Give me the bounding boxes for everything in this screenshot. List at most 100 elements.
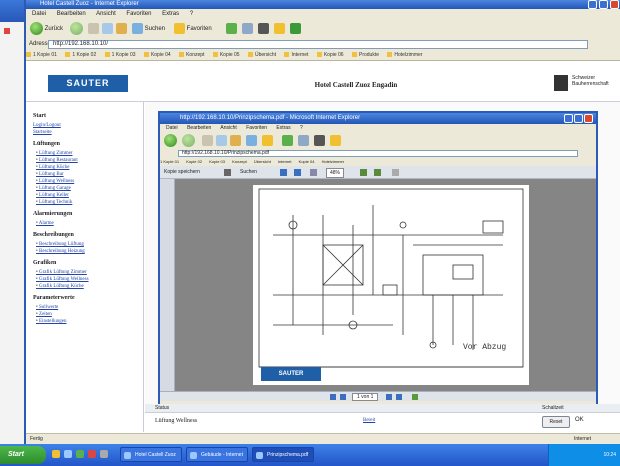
select-tool-icon[interactable] <box>294 169 301 176</box>
sidebar-item[interactable]: Lüftung Küche <box>36 164 143 171</box>
fit-page-icon[interactable] <box>360 169 367 176</box>
sidebar-item[interactable]: Lüftung Restaurant <box>36 157 143 164</box>
sidebar-item[interactable]: Grafik Lüftung Küche <box>36 283 143 290</box>
last-page-icon[interactable] <box>396 394 402 400</box>
link-bookmark[interactable]: Hotelzimmer <box>387 52 422 58</box>
page-indicator[interactable]: 1 von 1 <box>352 393 379 401</box>
popup-back-button[interactable] <box>164 134 177 148</box>
menu-item[interactable]: Bearbeiten <box>57 11 86 17</box>
popup-folder-button[interactable] <box>330 134 341 148</box>
popup-minimize-button[interactable] <box>564 114 573 123</box>
rotate-icon[interactable] <box>392 169 399 176</box>
sidebar-item[interactable]: Sollwerte <box>36 304 143 311</box>
sidebar-item[interactable]: Grafik Lüftung Zimmer <box>36 269 143 276</box>
print-icon[interactable] <box>224 169 231 176</box>
first-page-icon[interactable] <box>330 394 336 400</box>
link-bookmark[interactable]: Kopie 03 <box>209 159 225 164</box>
link-bookmark[interactable]: Internet <box>278 159 292 164</box>
pdf-viewer[interactable]: SAUTER Vor Abzug <box>175 179 596 391</box>
quicklaunch-icon[interactable] <box>52 450 60 458</box>
folder-button[interactable] <box>274 22 285 36</box>
menu-item[interactable]: Datei <box>32 11 46 17</box>
link-bookmark[interactable]: Konzept <box>179 52 204 58</box>
zoom-icon[interactable] <box>310 169 317 176</box>
sidebar-item[interactable]: Beschreibung Lüftung <box>36 241 143 248</box>
clock[interactable]: 10:24 <box>603 452 616 458</box>
sidebar-link-login[interactable]: Login/Logout <box>33 122 143 129</box>
row-link[interactable]: Bereit <box>363 418 375 423</box>
zoom-select[interactable]: 48% <box>326 168 345 178</box>
link-bookmark[interactable]: Konzept <box>232 159 247 164</box>
taskbar-item[interactable]: Hotel Castell Zuoz <box>120 447 182 462</box>
sidebar-item[interactable]: Lüftung Wellness <box>36 178 143 185</box>
popup-address-input[interactable]: http://192.168.10.10/Prinzipschema.pdf <box>178 150 578 157</box>
sidebar-item[interactable]: Einstellungen <box>36 318 143 325</box>
popup-mail-button[interactable] <box>298 134 309 148</box>
popup-home-button[interactable] <box>230 134 241 148</box>
history-button[interactable] <box>226 22 237 36</box>
back-button[interactable]: Zurück <box>30 22 63 36</box>
link-bookmark[interactable]: Kopie 05 <box>213 52 240 58</box>
menu-item[interactable]: Ansicht <box>96 11 116 17</box>
sidebar-item[interactable]: Lüftung Zimmer <box>36 150 143 157</box>
link-bookmark[interactable]: 1 Kopie 03 <box>105 52 136 58</box>
sidebar-item[interactable]: Lüftung Keller <box>36 192 143 199</box>
popup-search-button[interactable] <box>246 134 257 148</box>
quicklaunch-icon[interactable] <box>88 450 96 458</box>
link-bookmark[interactable]: Hotelzimmer <box>322 159 344 164</box>
close-button[interactable] <box>610 0 619 9</box>
mail-button[interactable] <box>242 22 253 36</box>
popup-stop-button[interactable] <box>202 134 213 148</box>
quicklaunch-icon[interactable] <box>64 450 72 458</box>
menu-item[interactable]: ? <box>300 125 303 131</box>
forward-button[interactable] <box>70 22 83 36</box>
link-bookmark[interactable]: 1 Kopie 02 <box>65 52 96 58</box>
reset-button[interactable]: Reset <box>542 416 570 428</box>
link-bookmark[interactable]: Kopie 02 <box>186 159 202 164</box>
popup-maximize-button[interactable] <box>574 114 583 123</box>
prev-page-icon[interactable] <box>340 394 346 400</box>
popup-refresh-button[interactable] <box>216 134 227 148</box>
link-bookmark[interactable]: Kopie 06 <box>317 52 344 58</box>
search-button[interactable]: Suchen <box>132 22 165 36</box>
menu-item[interactable]: Bearbeiten <box>187 125 211 131</box>
next-page-icon[interactable] <box>386 394 392 400</box>
link-bookmark[interactable]: Produkte <box>352 52 379 58</box>
quicklaunch-icon[interactable] <box>100 450 108 458</box>
pdf-save-button[interactable]: Kopie speichern <box>164 166 200 178</box>
menu-item[interactable]: Datei <box>166 125 178 131</box>
popup-forward-button[interactable] <box>182 134 195 148</box>
sidebar-link-start[interactable]: Startseite <box>33 129 143 136</box>
menu-item[interactable]: Extras <box>162 11 179 17</box>
background-window-titlebar[interactable] <box>0 0 24 22</box>
popup-favorites-button[interactable] <box>262 134 273 148</box>
sidebar-item[interactable]: Lüftung Bar <box>36 171 143 178</box>
menu-item[interactable]: Favoriten <box>126 11 151 17</box>
maximize-button[interactable] <box>599 0 608 9</box>
back-view-icon[interactable] <box>412 394 418 400</box>
menu-item[interactable]: Extras <box>276 125 290 131</box>
favorites-button[interactable]: Favoriten <box>174 22 212 36</box>
minimize-button[interactable] <box>588 0 597 9</box>
background-window[interactable] <box>0 0 25 444</box>
sidebar-item[interactable]: Lüftung Technik <box>36 199 143 206</box>
address-input[interactable]: http://192.168.10.10/ <box>48 40 588 49</box>
taskbar-item-active[interactable]: Prinzipschema.pdf <box>252 447 314 462</box>
menu-item[interactable]: Favoriten <box>246 125 267 131</box>
refresh-button[interactable] <box>102 22 113 36</box>
popup-print-button[interactable] <box>314 134 325 148</box>
fit-width-icon[interactable] <box>374 169 381 176</box>
link-bookmark[interactable]: 1 Kopie 01 <box>160 159 179 164</box>
messenger-button[interactable] <box>290 22 301 36</box>
pdf-navigation-pane[interactable] <box>160 179 175 391</box>
sidebar-item[interactable]: Grafik Lüftung Wellness <box>36 276 143 283</box>
quicklaunch-icon[interactable] <box>76 450 84 458</box>
link-bookmark[interactable]: Übersicht <box>248 52 276 58</box>
taskbar-item[interactable]: Gebäude - Internet <box>186 447 248 462</box>
popup-close-button[interactable] <box>584 114 593 123</box>
link-bookmark[interactable]: Kopie 04 <box>144 52 171 58</box>
sidebar-item[interactable]: Alarme <box>36 220 143 227</box>
link-bookmark[interactable]: 1 Kopie 01 <box>26 52 57 58</box>
hand-tool-icon[interactable] <box>280 169 287 176</box>
menu-item[interactable]: Ansicht <box>220 125 236 131</box>
